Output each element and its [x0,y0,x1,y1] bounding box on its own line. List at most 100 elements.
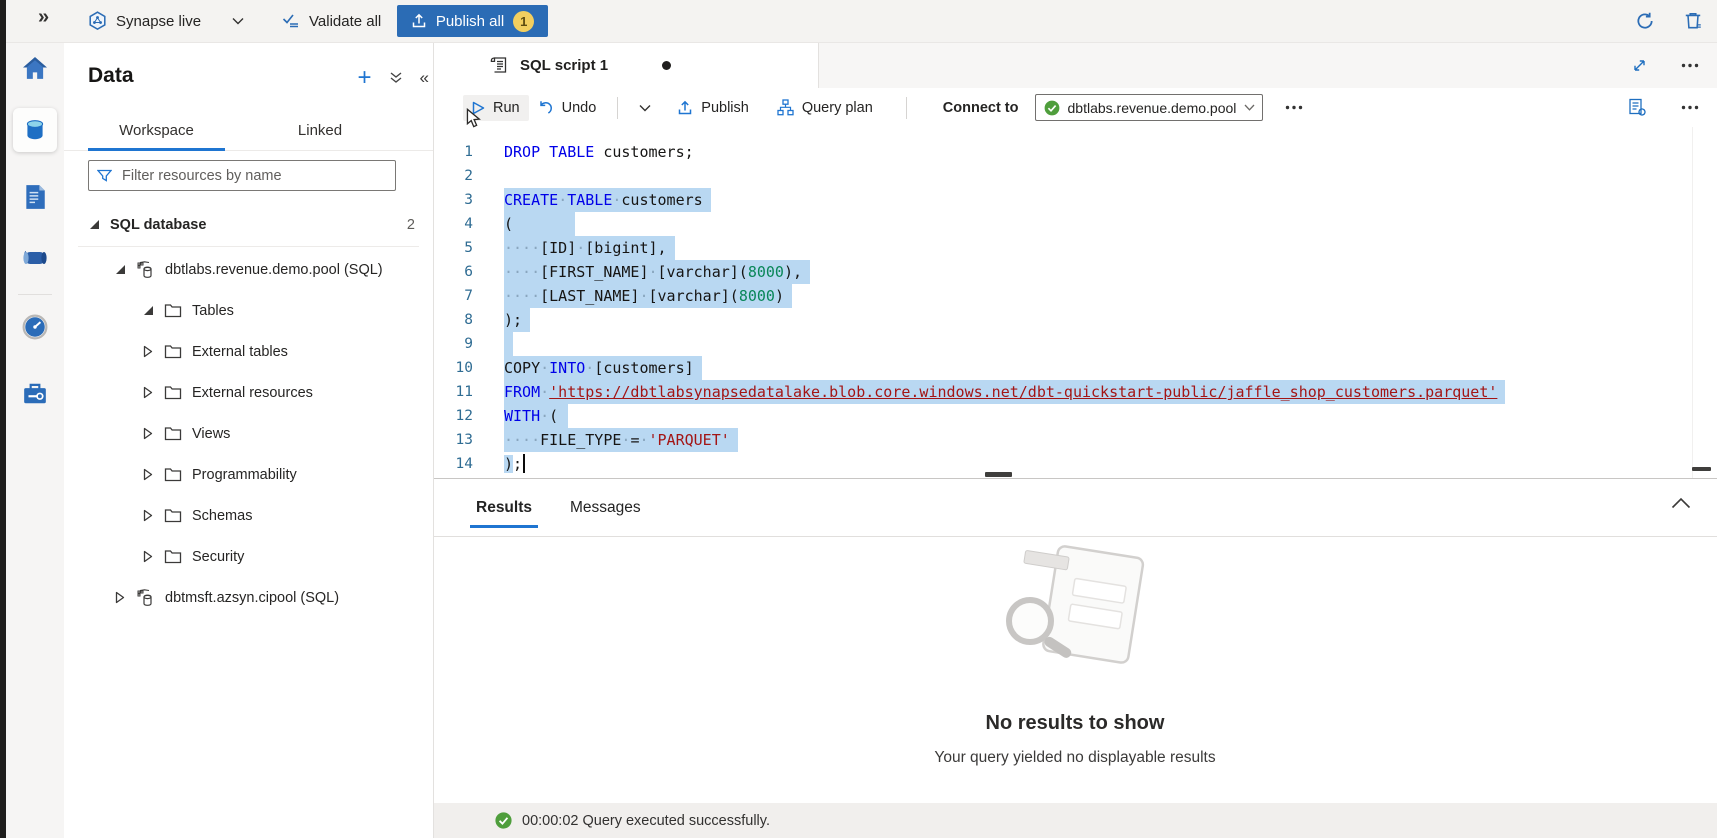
code-token: ···· [504,239,540,257]
tree-item-tables[interactable]: Tables [64,290,433,331]
tree-item-sql-database[interactable]: SQL database2 [64,204,433,245]
tree-item-dbtlabs-revenue-demo-pool-sql[interactable]: dbtlabs.revenue.demo.pool (SQL) [64,249,433,290]
code-line-7[interactable]: 7····[LAST_NAME]·[varchar](8000) [433,284,1717,308]
refresh-icon[interactable] [1635,11,1655,31]
tree-item-label: SQL database [110,217,206,233]
sql-code-editor[interactable]: 1DROP TABLE customers;23CREATE·TABLE·cus… [433,127,1717,478]
tree-item-external-resources[interactable]: External resources [64,372,433,413]
nav-integrate[interactable] [13,236,57,280]
home-icon [22,56,48,80]
run-button[interactable]: Run [463,95,529,121]
tab-messages-label: Messages [570,499,641,517]
results-panel: Results Messages [433,478,1717,838]
code-line-6[interactable]: 6····[FIRST_NAME]·[varchar](8000), [433,260,1717,284]
tab-linked[interactable]: Linked [270,110,370,150]
nav-manage[interactable] [13,371,57,415]
tree-item-security[interactable]: Security [64,536,433,577]
toolbar-more-icon[interactable] [1285,105,1303,110]
code-token: TABLE [567,191,612,209]
expand-arrow-icon[interactable] [142,509,154,522]
collapse-panel-icon[interactable]: « [420,68,429,88]
more-actions-icon[interactable] [1681,105,1699,110]
toolbar-separator [906,97,907,119]
expand-arrow-icon[interactable] [142,386,154,399]
chevron-down-icon [1244,104,1255,111]
code-line-9[interactable]: 9 [433,332,1717,356]
code-line-content: COPY·INTO·[customers] [504,356,702,380]
add-resource-icon[interactable]: + [358,68,372,88]
tab-sql-script-1[interactable]: SQL script 1 [433,42,819,88]
code-line-content: ····[LAST_NAME]·[varchar](8000) [504,284,792,308]
publish-button[interactable]: Publish [668,95,758,121]
line-number: 5 [433,236,473,260]
expand-arrow-icon[interactable] [142,427,154,440]
expand-arrow-icon[interactable] [142,550,154,563]
code-token: COPY [504,359,540,377]
tree-item-views[interactable]: Views [64,413,433,454]
code-token: FILE_TYPE [540,431,621,449]
code-line-1[interactable]: 1DROP TABLE customers; [433,140,1717,164]
rail-divider [18,294,52,295]
properties-gear-icon[interactable] [1628,98,1647,117]
code-line-10[interactable]: 10COPY·INTO·[customers] [433,356,1717,380]
collapse-arrow-icon[interactable] [142,306,154,315]
tab-results[interactable]: Results [472,479,536,536]
code-line-2[interactable]: 2 [433,164,1717,188]
discard-trash-icon[interactable] [1683,11,1703,31]
query-status-bar: 00:00:02 Query executed successfully. [433,803,1717,838]
tab-workspace[interactable]: Workspace [88,110,225,150]
undo-redo-dropdown[interactable] [630,99,660,117]
filter-resources-input[interactable] [120,167,387,185]
tree-item-label: External tables [192,344,288,360]
toolbar-separator [617,97,618,119]
code-line-5[interactable]: 5····[ID]·[bigint], [433,236,1717,260]
code-token: 'PARQUET' [649,431,730,449]
tab-title: SQL script 1 [520,57,608,74]
expand-arrow-icon[interactable] [142,345,154,358]
code-line-8[interactable]: 8); [433,308,1717,332]
tree-item-schemas[interactable]: Schemas [64,495,433,536]
left-nav-rail [6,42,64,838]
nav-home[interactable] [13,46,57,90]
tab-messages[interactable]: Messages [566,479,645,536]
tree-item-label: dbtlabs.revenue.demo.pool (SQL) [165,262,383,278]
nav-data[interactable] [13,108,57,152]
git-mode-label: Synapse live [116,13,201,30]
expand-chevrons-icon[interactable]: » [38,6,49,29]
collapse-all-icon[interactable] [389,71,403,85]
collapse-arrow-icon[interactable] [114,265,126,274]
code-token: customers [621,191,702,209]
pool-selector-dropdown[interactable]: dbtlabs.revenue.demo.pool [1035,94,1263,121]
collapse-results-chevron-icon[interactable] [1671,497,1691,509]
tree-item-programmability[interactable]: Programmability [64,454,433,495]
filter-resources-box [88,160,396,191]
validate-all-button[interactable]: Validate all [282,0,381,42]
topbar-right-actions [1635,0,1703,42]
database-icon [22,117,48,143]
expand-editor-icon[interactable] [1632,58,1647,73]
git-mode-selector[interactable]: Synapse live [88,0,244,42]
code-line-14[interactable]: 14); [433,452,1717,476]
nav-monitor[interactable] [13,305,57,349]
code-line-4[interactable]: 4( [433,212,1717,236]
nav-develop[interactable] [13,175,57,219]
tree-item-external-tables[interactable]: External tables [64,331,433,372]
expand-arrow-icon[interactable] [142,468,154,481]
code-token: ) [504,455,513,473]
line-number: 6 [433,260,473,284]
undo-button[interactable]: Undo [529,95,606,121]
more-actions-icon[interactable] [1681,63,1699,68]
tree-divider [78,246,419,247]
no-results-title: No results to show [433,712,1717,735]
code-line-3[interactable]: 3CREATE·TABLE·customers [433,188,1717,212]
publish-all-button[interactable]: Publish all 1 [397,5,548,37]
code-line-11[interactable]: 11FROM·'https://dbtlabsynapsedatalake.bl… [433,380,1717,404]
collapse-arrow-icon[interactable] [88,220,100,229]
tree-item-dbtmsft-azsyn-cipool-sql[interactable]: dbtmsft.azsyn.cipool (SQL) [64,577,433,618]
code-line-12[interactable]: 12WITH·( [433,404,1717,428]
expand-arrow-icon[interactable] [114,591,126,604]
code-line-13[interactable]: 13····FILE_TYPE·=·'PARQUET' [433,428,1717,452]
code-token: ( [549,407,558,425]
code-line-content: ); [504,308,530,332]
query-plan-button[interactable]: Query plan [768,94,882,121]
